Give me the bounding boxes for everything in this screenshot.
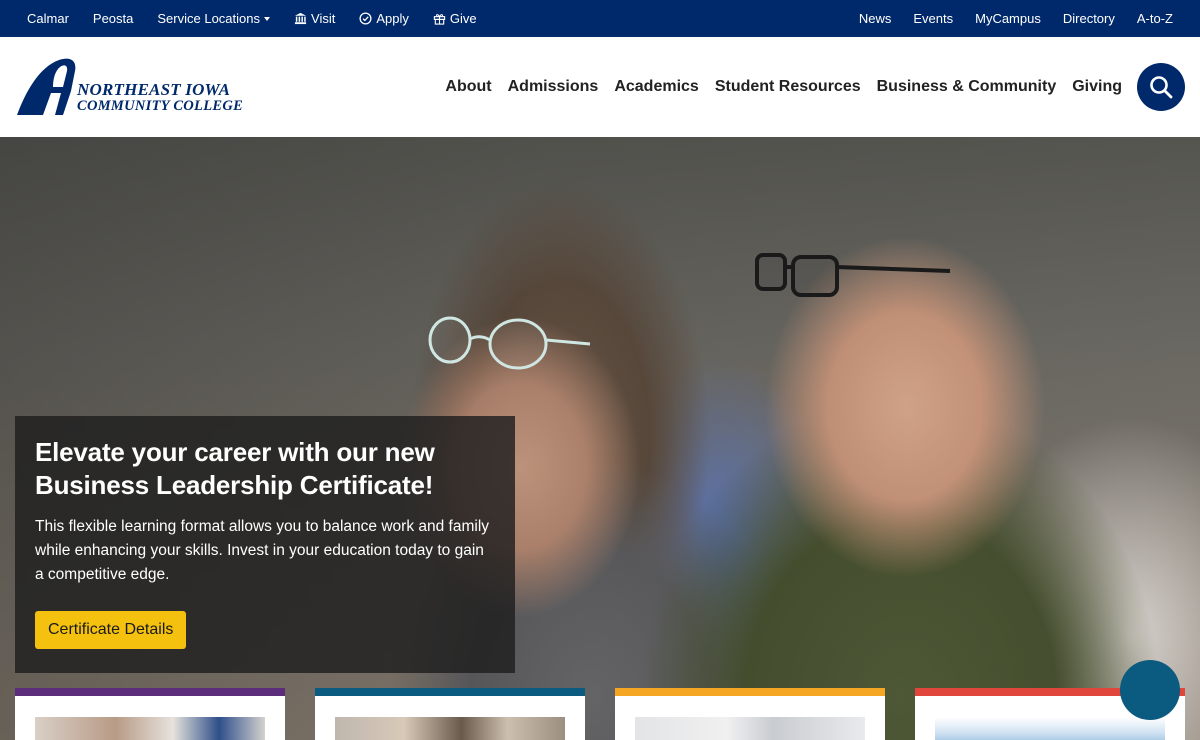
nav-admissions[interactable]: Admissions <box>500 78 607 96</box>
institution-icon <box>294 12 307 25</box>
hero-banner: Elevate your career with our new Busines… <box>0 137 1200 740</box>
main-nav: About Admissions Academics Student Resou… <box>437 37 1130 137</box>
logo-swoosh-icon <box>17 58 76 115</box>
card-image <box>635 717 865 740</box>
utility-link-a-to-z[interactable]: A-to-Z <box>1126 11 1185 26</box>
feature-card[interactable] <box>315 688 585 740</box>
feature-card[interactable] <box>615 688 885 740</box>
utility-link-apply[interactable]: Apply <box>347 11 421 26</box>
utility-link-give[interactable]: Give <box>421 11 489 26</box>
utility-link-mycampus[interactable]: MyCampus <box>964 11 1052 26</box>
hero-photo-detail <box>428 316 591 370</box>
card-image <box>335 717 565 740</box>
nav-business-community[interactable]: Business & Community <box>869 78 1065 96</box>
hero-body: This flexible learning format allows you… <box>35 518 490 583</box>
utility-bar: Calmar Peosta Service Locations Visit Ap… <box>0 0 1200 37</box>
card-image <box>935 717 1165 740</box>
logo-wordmark: NORTHEAST IOWA COMMUNITY COLLEGE <box>77 80 244 114</box>
nav-student-resources[interactable]: Student Resources <box>707 78 869 96</box>
hero-photo-detail <box>755 253 951 297</box>
gift-icon <box>433 14 446 25</box>
site-header: NORTHEAST IOWA COMMUNITY COLLEGE About A… <box>0 37 1200 137</box>
search-icon <box>1150 76 1173 99</box>
nav-giving[interactable]: Giving <box>1064 78 1130 96</box>
card-image <box>35 717 265 740</box>
utility-link-events[interactable]: Events <box>902 11 964 26</box>
nav-about[interactable]: About <box>437 78 499 96</box>
caret-down-icon <box>264 16 271 21</box>
utility-link-service-locations[interactable]: Service Locations <box>145 11 282 26</box>
utility-link-news[interactable]: News <box>848 11 903 26</box>
hero-callout: Elevate your career with our new Busines… <box>15 416 515 673</box>
feature-card[interactable] <box>15 688 285 740</box>
utility-right: News Events MyCampus Directory A-to-Z <box>848 0 1185 37</box>
college-logo[interactable]: NORTHEAST IOWA COMMUNITY COLLEGE <box>15 55 245 121</box>
utility-link-directory[interactable]: Directory <box>1052 11 1126 26</box>
utility-link-visit[interactable]: Visit <box>282 11 347 26</box>
utility-left: Calmar Peosta Service Locations Visit Ap… <box>15 0 489 37</box>
search-button[interactable] <box>1137 63 1185 111</box>
chat-button[interactable] <box>1120 660 1180 720</box>
nav-academics[interactable]: Academics <box>606 78 707 96</box>
feature-cards <box>0 688 1200 740</box>
check-circle-icon <box>359 12 372 25</box>
certificate-details-button[interactable]: Certificate Details <box>35 611 187 649</box>
hero-heading: Elevate your career with our new Busines… <box>35 437 435 500</box>
utility-link-calmar[interactable]: Calmar <box>15 11 81 26</box>
utility-link-peosta[interactable]: Peosta <box>81 11 145 26</box>
